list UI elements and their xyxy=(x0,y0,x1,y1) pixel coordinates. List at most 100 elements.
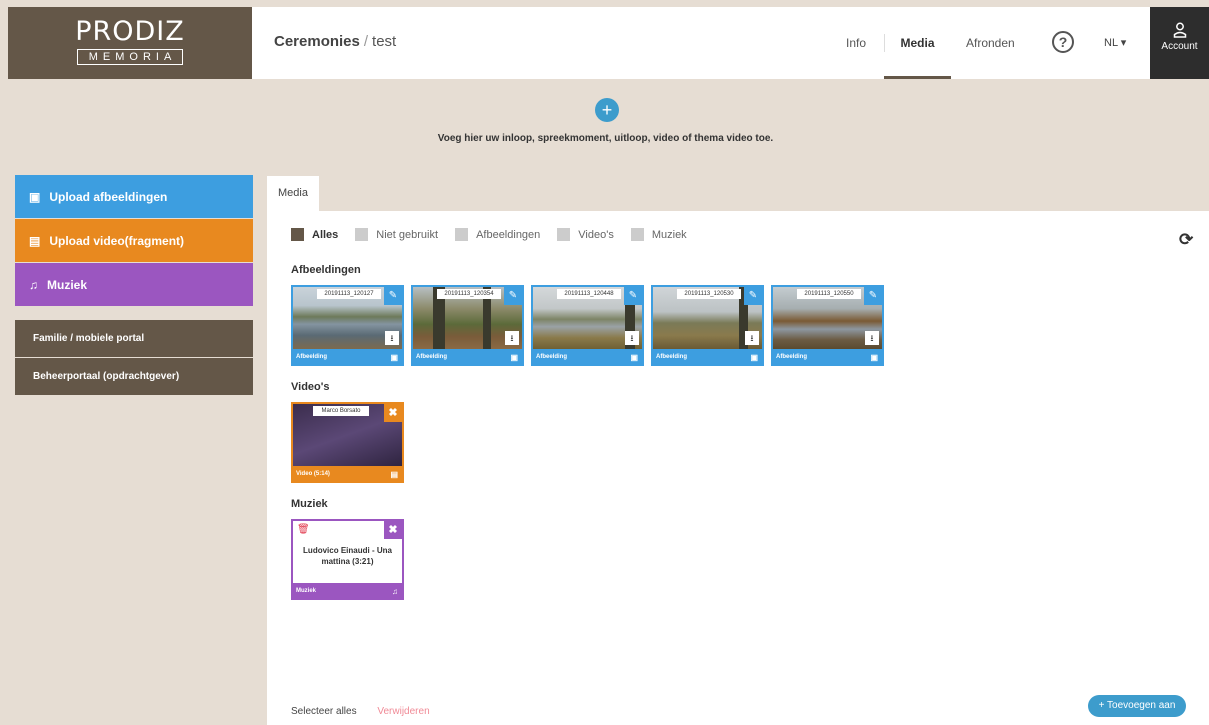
delete-link[interactable]: Verwijderen xyxy=(377,706,429,717)
image-footer: Afbeelding ▣ xyxy=(293,349,402,366)
video-card[interactable]: Marco Borsato ✖ Video (5:14) ▤ xyxy=(291,402,404,483)
breadcrumb-separator: / xyxy=(363,33,369,50)
music-label: Muziek xyxy=(47,277,88,292)
select-all-link[interactable]: Selecteer alles xyxy=(291,706,357,717)
edit-icon[interactable]: ✎ xyxy=(864,287,882,305)
download-icon[interactable]: ⭳ xyxy=(745,331,759,345)
trash-icon[interactable]: 🗑 xyxy=(297,524,310,535)
tab-info[interactable]: Info xyxy=(846,7,866,79)
filter-bar: Alles Niet gebruikt Afbeeldingen Video's… xyxy=(291,228,704,241)
tab-afronden[interactable]: Afronden xyxy=(966,7,1015,79)
filter-label: Afbeeldingen xyxy=(476,228,541,241)
account-button[interactable]: Account xyxy=(1150,7,1209,79)
edit-icon[interactable]: ✎ xyxy=(744,287,762,305)
image-icon: ▣ xyxy=(29,189,41,204)
image-caption: 20191113_120550 xyxy=(797,289,861,299)
video-footer: Video (5:14) ▤ xyxy=(293,466,402,483)
upload-images-label: Upload afbeeldingen xyxy=(49,189,168,204)
media-panel: Alles Niet gebruikt Afbeeldingen Video's… xyxy=(267,211,1209,725)
filter-label: Video's xyxy=(578,228,614,241)
image-caption: 20191113_120448 xyxy=(557,289,621,299)
music-title: Ludovico Einaudi - Una mattina (3:21) xyxy=(303,546,392,566)
image-card[interactable]: 20191113_120530 ✎ ⭳ Afbeelding ▣ xyxy=(651,285,764,366)
filter-music[interactable]: Muziek xyxy=(630,228,687,241)
music-footer: Muziek ♫ xyxy=(293,583,402,600)
music-card[interactable]: 🗑 ✖ Ludovico Einaudi - Una mattina (3:21… xyxy=(291,519,404,600)
image-footer: Afbeelding ▣ xyxy=(413,349,522,366)
account-label: Account xyxy=(1161,41,1198,52)
bulk-actions: Selecteer alles Verwijderen xyxy=(291,706,430,717)
brand-name: PRODIZ xyxy=(75,16,185,47)
language-select[interactable]: NL ▾ xyxy=(1104,36,1126,49)
filter-checkbox[interactable] xyxy=(557,228,571,241)
image-card[interactable]: 20191113_120127 ✎ ⭳ Afbeelding ▣ xyxy=(291,285,404,366)
filter-videos[interactable]: Video's xyxy=(557,228,614,241)
filter-checkbox[interactable] xyxy=(291,228,304,241)
close-icon[interactable]: ✖ xyxy=(384,521,402,539)
breadcrumb-current: test xyxy=(372,33,397,50)
download-icon[interactable]: ⭳ xyxy=(625,331,639,345)
help-icon[interactable]: ? xyxy=(1052,31,1074,53)
filter-checkbox[interactable] xyxy=(630,228,644,241)
filter-label: Niet gebruikt xyxy=(376,228,439,241)
close-icon[interactable]: ✖ xyxy=(384,404,402,422)
filter-checkbox[interactable] xyxy=(455,228,469,241)
download-icon[interactable]: ⭳ xyxy=(865,331,879,345)
image-type-label: Afbeelding xyxy=(776,354,807,360)
brand-sub: MEMORIA xyxy=(76,49,184,65)
admin-portal-link[interactable]: Beheerportaal (opdrachtgever) xyxy=(15,358,253,395)
upload-images-button[interactable]: ▣ Upload afbeeldingen xyxy=(15,175,253,218)
music-button[interactable]: ♫ Muziek xyxy=(15,263,253,306)
filter-label: Muziek xyxy=(651,228,687,241)
image-caption: 20191113_120354 xyxy=(437,289,501,299)
breadcrumb-ceremonies[interactable]: Ceremonies xyxy=(274,33,360,50)
edit-icon[interactable]: ✎ xyxy=(504,287,522,305)
add-hint: Voeg hier uw inloop, spreekmoment, uitlo… xyxy=(437,133,774,144)
image-type-label: Afbeelding xyxy=(536,354,567,360)
tab-media[interactable]: Media xyxy=(884,7,951,79)
download-icon[interactable]: ⭳ xyxy=(505,331,519,345)
image-card[interactable]: 20191113_120448 ✎ ⭳ Afbeelding ▣ xyxy=(531,285,644,366)
breadcrumb: Ceremonies / test xyxy=(274,33,396,50)
brand-logo[interactable]: PRODIZ MEMORIA xyxy=(8,7,252,79)
film-icon: ▤ xyxy=(390,470,398,479)
music-heading: Muziek xyxy=(291,498,328,510)
image-footer: Afbeelding ▣ xyxy=(773,349,882,366)
video-caption: Marco Borsato xyxy=(313,406,369,416)
video-type-label: Video (5:14) xyxy=(296,471,330,477)
add-to-button[interactable]: + Toevoegen aan xyxy=(1088,695,1186,717)
top-bar: Ceremonies / test Info Media Afronden ? NL… xyxy=(252,7,1209,79)
music-type-label: Muziek xyxy=(296,588,317,594)
image-footer: Afbeelding ▣ xyxy=(653,349,762,366)
image-type-label: Afbeelding xyxy=(656,354,687,360)
download-icon[interactable]: ⭳ xyxy=(385,331,399,345)
image-type-label: Afbeelding xyxy=(296,354,327,360)
image-card[interactable]: 20191113_120354 ✎ ⭳ Afbeelding ▣ xyxy=(411,285,524,366)
music-note-icon: ♫ xyxy=(392,587,398,596)
edit-icon[interactable]: ✎ xyxy=(624,287,642,305)
image-card[interactable]: 20191113_120550 ✎ ⭳ Afbeelding ▣ xyxy=(771,285,884,366)
family-portal-link[interactable]: Familie / mobiele portal xyxy=(15,320,253,357)
filter-images[interactable]: Afbeeldingen xyxy=(455,228,540,241)
image-icon: ▣ xyxy=(510,353,518,362)
image-icon: ▣ xyxy=(390,353,398,362)
image-caption: 20191113_120127 xyxy=(317,289,381,299)
image-caption: 20191113_120530 xyxy=(677,289,741,299)
filter-checkbox[interactable] xyxy=(355,228,369,241)
filter-unused[interactable]: Niet gebruikt xyxy=(355,228,438,241)
image-type-label: Afbeelding xyxy=(416,354,447,360)
add-item-button[interactable]: + xyxy=(595,98,619,122)
tab-media-panel[interactable]: Media xyxy=(267,176,319,211)
music-note-icon: ♫ xyxy=(29,277,38,292)
upload-video-button[interactable]: ▤ Upload video(fragment) xyxy=(15,219,253,262)
edit-icon[interactable]: ✎ xyxy=(384,287,402,305)
filter-all[interactable]: Alles xyxy=(291,228,338,241)
user-icon xyxy=(1173,22,1186,38)
images-heading: Afbeeldingen xyxy=(291,264,361,276)
image-icon: ▣ xyxy=(870,353,878,362)
videos-heading: Video's xyxy=(291,381,330,393)
image-icon: ▣ xyxy=(750,353,758,362)
upload-video-label: Upload video(fragment) xyxy=(49,233,185,248)
refresh-icon[interactable]: ⟳ xyxy=(1179,230,1193,250)
film-icon: ▤ xyxy=(29,233,41,248)
